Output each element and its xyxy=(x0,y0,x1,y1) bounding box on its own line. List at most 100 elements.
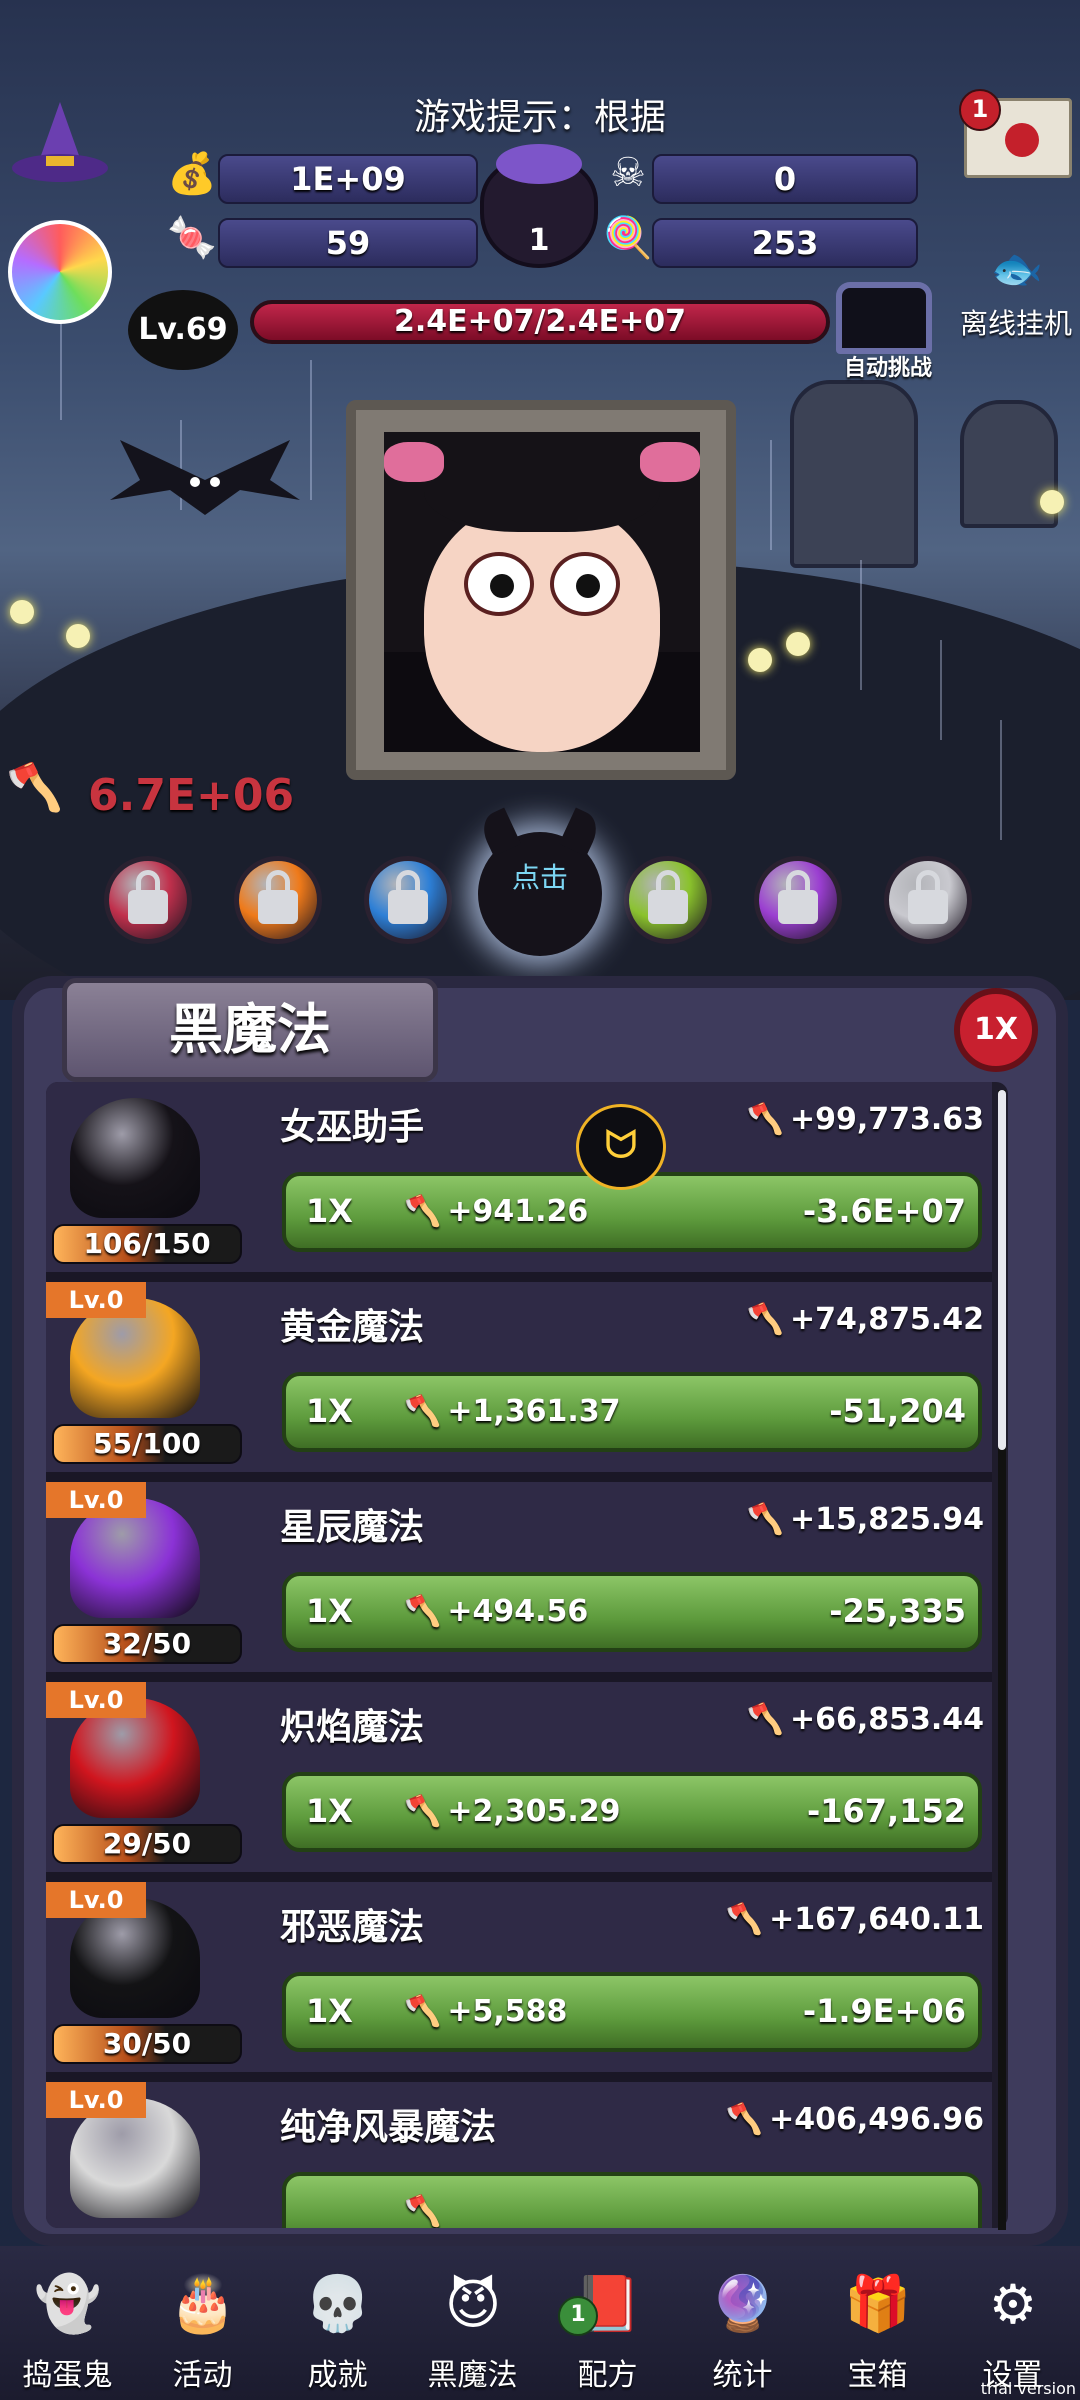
lock-icon xyxy=(258,870,298,924)
tap-attack-button[interactable]: 点击 xyxy=(476,807,604,956)
locked-element-orb[interactable] xyxy=(364,856,452,944)
bat-icon xyxy=(110,440,300,515)
bangs xyxy=(424,432,660,532)
boss-face xyxy=(424,502,660,752)
scrollbar-thumb[interactable] xyxy=(998,1090,1006,1450)
locked-element-orb[interactable] xyxy=(754,856,842,944)
panel-title: 黑魔法 xyxy=(62,978,438,1082)
upgrade-multiplier: 1X xyxy=(306,1992,353,2030)
skull-candy-value: 59 xyxy=(218,218,478,268)
spell-damage: 🪓 +99,773.63 xyxy=(747,1102,984,1137)
axe-icon: 🪓 xyxy=(746,1102,784,1137)
spell-damage: 🪓 +74,875.42 xyxy=(747,1302,984,1337)
axe-icon: 🪓 xyxy=(725,1902,764,1937)
upgrade-gain: 🪓 +494.56 xyxy=(404,1594,588,1629)
buy-multiplier-button[interactable]: 1X xyxy=(954,988,1038,1072)
nav-item[interactable]: 😈 黑魔法 xyxy=(405,2246,540,2400)
cauldron-count: 1 xyxy=(528,223,550,258)
spell-damage: 🪓 +406,496.96 xyxy=(726,2102,984,2137)
upgrade-multiplier: 1X xyxy=(306,1592,353,1630)
game-hint: 游戏提示：根据 xyxy=(413,97,666,138)
nav-item[interactable]: 🔮 统计 xyxy=(675,2246,810,2400)
spell-count-bar: 30/50 xyxy=(52,2024,242,2064)
upgrade-gain: 🪓 +1,361.37 xyxy=(404,1394,621,1429)
spell-list[interactable]: 106/150 女巫助手 🪓 +99,773.63 1X 🪓 +941.26 -3.6E+07… xyxy=(46,1082,1008,2228)
fish-bone-icon[interactable]: 🐟 xyxy=(962,244,1072,294)
nav-item[interactable]: 🎂 活动 xyxy=(135,2246,270,2400)
upgrade-button[interactable]: 🪓 xyxy=(282,2172,982,2228)
skull-candy-icon: 🍬 xyxy=(167,214,217,261)
spell-row[interactable]: Lv.0 29/50 炽焰魔法 🪓 +66,853.44 1X 🪓 +2,305.29 -167… xyxy=(46,1682,992,1882)
spell-level-tag: Lv.0 xyxy=(46,1482,146,1518)
locked-element-orb[interactable] xyxy=(884,856,972,944)
axe-icon: 🪓 xyxy=(725,2102,764,2137)
nav-item[interactable]: ⚙ 设置 xyxy=(945,2246,1080,2400)
nav-item[interactable]: 💀 成就 xyxy=(270,2246,405,2400)
glowing-eye xyxy=(1040,490,1064,514)
spell-name: 邪恶魔法 xyxy=(280,1907,425,1948)
axe-icon: 🪓 xyxy=(404,2194,442,2228)
upgrade-button[interactable]: 1X 🪓 +5,588 -1.9E+06 xyxy=(282,1972,982,2052)
upgrade-gain-value: +941.26 xyxy=(447,1194,589,1229)
upgrade-gain-value: +1,361.37 xyxy=(447,1394,621,1429)
offline-idle-label[interactable]: 离线挂机 xyxy=(960,302,1080,342)
spell-row[interactable]: 106/150 女巫助手 🪓 +99,773.63 1X 🪓 +941.26 -3.6E+07 xyxy=(46,1082,992,1282)
boss-portrait-frame[interactable] xyxy=(346,400,736,780)
spell-count-bar: 29/50 xyxy=(52,1824,242,1864)
mail-icon[interactable]: 1 xyxy=(959,89,1072,178)
candy-swirl-icon[interactable] xyxy=(8,220,112,324)
boss-eye xyxy=(550,552,620,616)
cauldron-icon[interactable]: 1 xyxy=(480,144,598,268)
glowing-eye xyxy=(10,600,34,624)
auto-challenge-button[interactable] xyxy=(836,282,932,354)
skull-potion-icon: ☠ xyxy=(610,150,646,196)
lock-icon xyxy=(778,870,818,924)
candy-corn-icon: 🍭 xyxy=(603,214,653,261)
eyeball-cake-icon: 🎂 xyxy=(169,2272,237,2335)
upgrade-cost: -3.6E+07 xyxy=(802,1192,966,1230)
nav-label: 黑魔法 xyxy=(427,2358,518,2393)
locked-element-orb[interactable] xyxy=(234,856,322,944)
spell-row[interactable]: Lv.0 55/100 黄金魔法 🪓 +74,875.42 1X 🪓 +1,361.37 -51… xyxy=(46,1282,992,1482)
axe-icon: 🪓 xyxy=(404,1794,442,1829)
nav-label: 统计 xyxy=(712,2358,773,2393)
axe-icon: 🪓 xyxy=(6,760,64,814)
upgrade-gain-value: +5,588 xyxy=(447,1994,568,2029)
spell-damage-value: +99,773.63 xyxy=(789,1102,984,1137)
boss-portrait xyxy=(384,432,700,752)
axe-icon: 🪓 xyxy=(746,1702,784,1737)
spell-count-bar: 32/50 xyxy=(52,1624,242,1664)
upgrade-button[interactable]: 1X 🪓 +2,305.29 -167,152 xyxy=(282,1772,982,1852)
nav-item[interactable]: 📕 1 配方 xyxy=(540,2246,675,2400)
hair-bow xyxy=(640,442,700,482)
spell-count-bar: 106/150 xyxy=(52,1224,242,1264)
upgrade-gain: 🪓 +5,588 xyxy=(404,1994,567,2029)
boss-hp-bar: 2.4E+07/2.4E+07 xyxy=(250,300,830,344)
locked-element-orb[interactable] xyxy=(624,856,712,944)
upgrade-button[interactable]: 1X 🪓 +1,361.37 -51,204 xyxy=(282,1372,982,1452)
spell-damage-value: +74,875.42 xyxy=(789,1302,984,1337)
damage-popup: 6.7E+06 xyxy=(88,770,295,821)
upgrade-button[interactable]: 1X 🪓 +494.56 -25,335 xyxy=(282,1572,982,1652)
nav-item[interactable]: 🎁 宝箱 xyxy=(810,2246,945,2400)
boss-eye xyxy=(464,552,534,616)
spell-row[interactable]: Lv.0 32/50 星辰魔法 🪓 +15,825.94 1X 🪓 +494.56 -25,33… xyxy=(46,1482,992,1682)
gold-bag-icon: 💰 xyxy=(167,150,217,197)
spell-damage-value: +406,496.96 xyxy=(769,2102,984,2137)
crystal-ball-icon: 🔮 xyxy=(709,2272,777,2335)
upgrade-multiplier: 1X xyxy=(306,1392,353,1430)
spell-name: 黄金魔法 xyxy=(280,1307,425,1348)
axe-icon: 🪓 xyxy=(746,1302,784,1337)
nav-item[interactable]: 👻 捣蛋鬼 xyxy=(0,2246,135,2400)
spell-count-bar: 55/100 xyxy=(52,1424,242,1464)
spell-level-tag: Lv.0 xyxy=(46,1682,146,1718)
spell-row[interactable]: Lv.0 纯净风暴魔法 🪓 +406,496.96 🪓 xyxy=(46,2082,992,2228)
axe-icon: 🪓 xyxy=(404,1394,442,1429)
spell-row[interactable]: Lv.0 30/50 邪恶魔法 🪓 +167,640.11 1X 🪓 +5,588 -1.9E+… xyxy=(46,1882,992,2082)
locked-element-orb[interactable] xyxy=(104,856,192,944)
auto-challenge-label[interactable]: 自动挑战 xyxy=(828,350,948,382)
spell-damage-value: +167,640.11 xyxy=(769,1902,984,1937)
witch-hat-icon[interactable] xyxy=(10,100,110,190)
skull-trophy-icon: 💀 xyxy=(304,2272,372,2335)
upgrade-gain: 🪓 +941.26 xyxy=(404,1194,588,1229)
